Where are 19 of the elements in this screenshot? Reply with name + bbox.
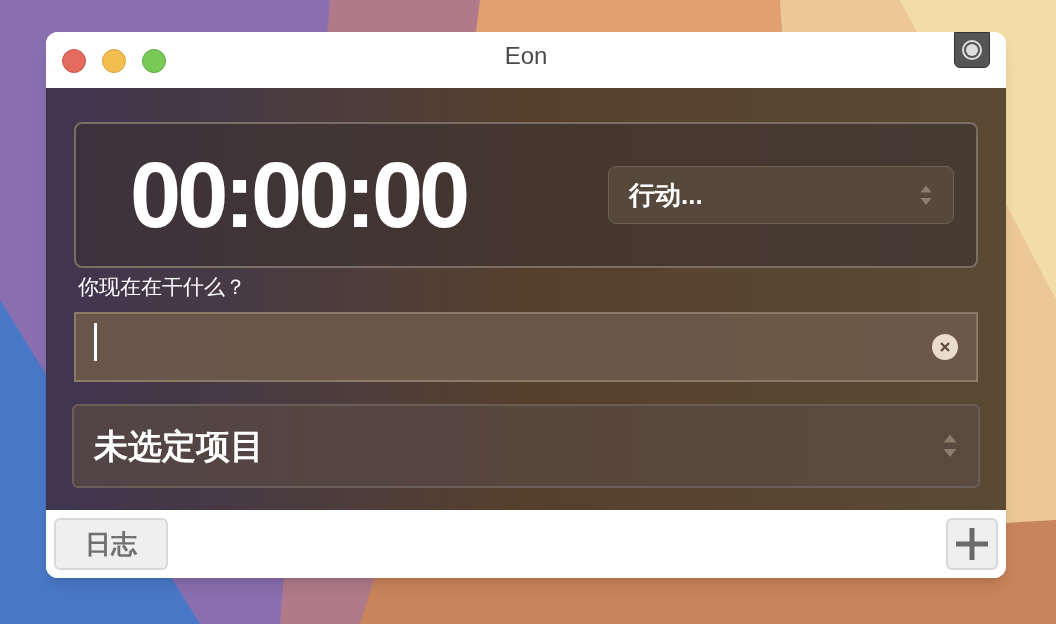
log-button[interactable]: 日志 — [54, 518, 168, 570]
timer-display: 00:00:00 — [130, 149, 467, 241]
add-button[interactable] — [946, 518, 998, 570]
stepper-icon — [919, 183, 933, 207]
clear-button[interactable] — [932, 334, 958, 360]
prompt-label: 你现在在干什么？ — [78, 274, 247, 300]
stepper-icon — [942, 433, 958, 459]
activity-field[interactable] — [74, 312, 978, 382]
project-select[interactable]: 未选定项目 — [72, 404, 980, 488]
close-icon — [939, 341, 951, 353]
record-icon — [961, 39, 983, 61]
record-button[interactable] — [954, 32, 990, 68]
action-select[interactable]: 行动... — [608, 166, 954, 224]
plus-icon — [956, 528, 988, 560]
window-title: Eon — [503, 41, 549, 71]
minimize-button[interactable] — [102, 48, 126, 73]
close-button[interactable] — [62, 48, 86, 73]
text-cursor — [94, 323, 97, 361]
zoom-button[interactable] — [142, 48, 166, 73]
